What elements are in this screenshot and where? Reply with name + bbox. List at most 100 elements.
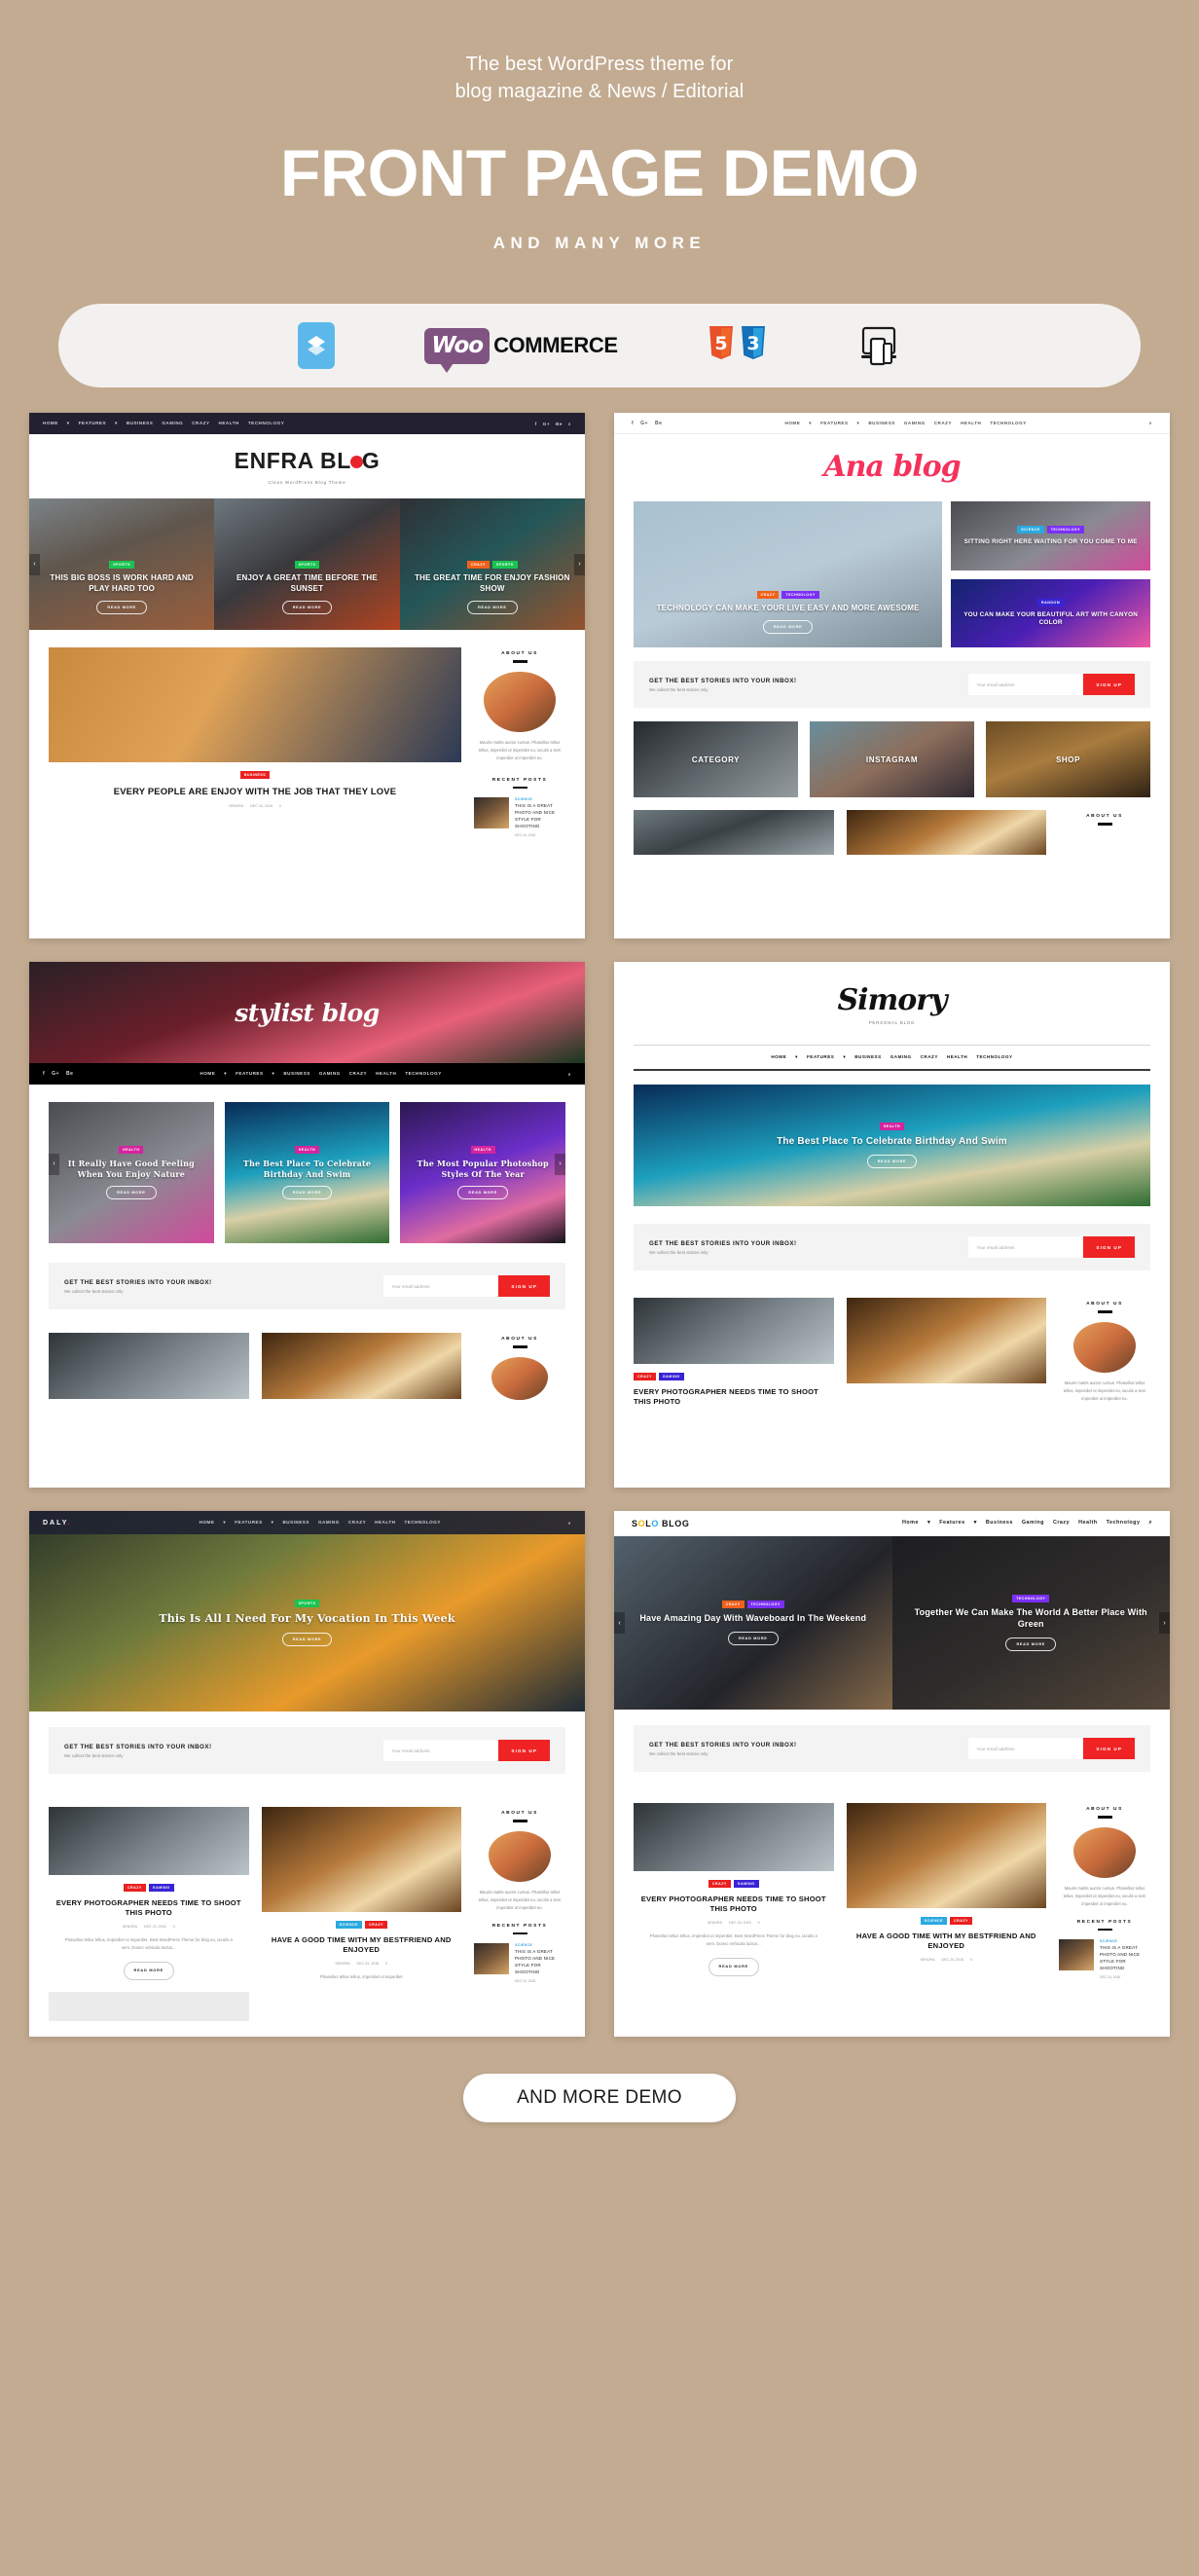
nav-item-home[interactable]: HOME	[43, 421, 58, 426]
tile-category[interactable]: CATEGORY	[634, 721, 798, 798]
search-icon[interactable]: ⌕	[568, 422, 571, 426]
category-badge[interactable]: CRAZY	[365, 1921, 387, 1930]
demo-card-enfra-blog[interactable]: HOME ▾ FEATURES ▾ BUSINESS GAMING CRAZY …	[29, 413, 585, 939]
newsletter-email-input[interactable]: Your email address	[968, 1738, 1084, 1760]
category-badge[interactable]: SPORTS	[294, 561, 320, 570]
category-badge[interactable]: SPORTS	[109, 561, 135, 570]
slider-next-arrow[interactable]: ›	[1159, 1612, 1170, 1635]
demo-card-solo-blog[interactable]: SOLO BLOG Home ▾ Features ▾ Business Gam…	[614, 1511, 1170, 2038]
nav-item-business[interactable]: Business	[986, 1520, 1013, 1527]
category-badge[interactable]: BUSINESS	[239, 771, 271, 780]
solo-topnav[interactable]: SOLO BLOG Home ▾ Features ▾ Business Gam…	[614, 1511, 1170, 1537]
behance-icon[interactable]: Be	[66, 1071, 73, 1077]
category-badge[interactable]: TECHNOLOGY	[781, 590, 819, 599]
solo-slider[interactable]: ‹ › CRAZY TECHNOLOGY Have Amazing Day Wi…	[614, 1536, 1170, 1711]
read-more-button[interactable]: READ MORE	[708, 1957, 759, 1976]
nav-item-home[interactable]: HOME	[200, 1071, 216, 1077]
nav-item-features[interactable]: FEATURES	[820, 421, 848, 426]
post-title[interactable]: EVERY PHOTOGRAPHER NEEDS TIME TO SHOOT T…	[634, 1895, 834, 1915]
category-badge[interactable]: CRAZY	[950, 1917, 972, 1926]
feature-small[interactable]: RANDOM YOU CAN MAKE YOUR BEAUTIFUL ART W…	[951, 578, 1150, 648]
post-title[interactable]: EVERY PHOTOGRAPHER NEEDS TIME TO SHOOT T…	[49, 1898, 249, 1919]
nav-item-gaming[interactable]: GAMING	[319, 1071, 341, 1077]
nav-item-technology[interactable]: Technology	[1107, 1520, 1141, 1527]
slider-prev-arrow[interactable]: ‹	[29, 553, 40, 575]
and-more-demo-button[interactable]: AND MORE DEMO	[463, 2074, 736, 2123]
newsletter-signup-button[interactable]: SIGN UP	[1083, 1738, 1135, 1760]
category-badge[interactable]: HEALTH	[294, 1146, 320, 1155]
category-badge[interactable]: HEALTH	[470, 1146, 495, 1155]
read-more-button[interactable]: READ MORE	[123, 1961, 174, 1980]
post-title[interactable]: HAVE A GOOD TIME WITH MY BESTFRIEND AND …	[847, 1932, 1047, 1952]
nav-item-health[interactable]: HEALTH	[375, 1520, 395, 1526]
nav-item-business[interactable]: BUSINESS	[868, 421, 895, 426]
tile-shop[interactable]: SHOP	[986, 721, 1150, 798]
nav-item-gaming[interactable]: GAMING	[890, 1054, 912, 1060]
slide-item[interactable]: HEALTH The Most Popular Photoshop Styles…	[400, 1102, 566, 1244]
nav-item-business[interactable]: BUSINESS	[283, 1071, 310, 1077]
nav-item-gaming[interactable]: Gaming	[1022, 1520, 1044, 1527]
category-badge[interactable]: TECHNOLOGY	[746, 1601, 784, 1609]
daly-hero-slide[interactable]: SPORTS This Is All I Need For My Vocatio…	[29, 1534, 585, 1711]
category-badge[interactable]: CRAZY	[708, 1880, 731, 1889]
recent-post-title[interactable]: THIS IS A GREAT PHOTO AND NICE STYLE FOR…	[1100, 1945, 1150, 1972]
category-badge[interactable]: GAMING	[148, 1884, 174, 1893]
slider-next-arrow[interactable]: ›	[555, 1153, 565, 1175]
nav-item-technology[interactable]: TECHNOLOGY	[990, 421, 1026, 426]
stylist-topnav[interactable]: f G+ Be HOME ▾ FEATURES ▾ BUSINESS GAMIN…	[29, 1063, 585, 1086]
category-badge[interactable]: SPORTS	[294, 1600, 320, 1608]
slide-item[interactable]: HEALTH The Best Place To Celebrate Birth…	[224, 1102, 390, 1244]
nav-item-health[interactable]: HEALTH	[961, 421, 981, 426]
recent-post-title[interactable]: THIS IS A GREAT PHOTO AND NICE STYLE FOR…	[515, 803, 565, 830]
recent-post-item[interactable]: SCIENCE THIS IS A GREAT PHOTO AND NICE S…	[1059, 1939, 1150, 1979]
category-badge[interactable]: CRAZY	[721, 1601, 745, 1609]
demo-card-daly[interactable]: DALY. HOME ▾ FEATURES ▾ BUSINESS GAMING …	[29, 1511, 585, 2038]
nav-item-gaming[interactable]: GAMING	[904, 421, 926, 426]
post-title[interactable]: HAVE A GOOD TIME WITH MY BESTFRIEND AND …	[262, 1935, 462, 1956]
googleplus-icon[interactable]: G+	[543, 422, 550, 426]
read-more-button[interactable]: READ MORE	[96, 601, 147, 615]
search-icon[interactable]: ⌕	[568, 1521, 571, 1526]
category-badge[interactable]: TECHNOLOGY	[1012, 1595, 1050, 1603]
slider-next-arrow[interactable]: ›	[573, 553, 585, 575]
category-badge[interactable]: CRAZY	[756, 590, 780, 599]
slider-prev-arrow[interactable]: ‹	[49, 1153, 59, 1175]
category-badge[interactable]: SCIENCE	[335, 1921, 363, 1930]
nav-item-features[interactable]: FEATURES	[235, 1520, 262, 1526]
category-badge[interactable]: HEALTH	[119, 1146, 144, 1155]
recent-post-item[interactable]: SCIENCE THIS IS A GREAT PHOTO AND NICE S…	[474, 1943, 565, 1983]
category-badge[interactable]: GAMING	[733, 1880, 759, 1889]
nav-item-home[interactable]: HOME	[785, 421, 801, 426]
nav-item-features[interactable]: FEATURES	[79, 421, 106, 426]
newsletter-signup-button[interactable]: SIGN UP	[1083, 674, 1135, 696]
nav-item-technology[interactable]: TECHNOLOGY	[405, 1071, 441, 1077]
nav-item-features[interactable]: FEATURES	[236, 1071, 263, 1077]
behance-icon[interactable]: Be	[655, 421, 662, 426]
slide-item[interactable]: SPORTS ENJOY A GREAT TIME BEFORE THE SUN…	[214, 498, 400, 631]
facebook-icon[interactable]: f	[43, 1071, 45, 1077]
category-badge[interactable]: SCIENCE	[920, 1917, 948, 1926]
newsletter-email-input[interactable]: Your email address	[383, 1740, 499, 1762]
recent-post-category[interactable]: SCIENCE	[1100, 1939, 1150, 1943]
nav-item-technology[interactable]: TECHNOLOGY	[976, 1054, 1012, 1060]
newsletter-email-input[interactable]: Your email address	[968, 674, 1084, 696]
nav-item-home[interactable]: HOME	[200, 1520, 215, 1526]
slide-item[interactable]: TECHNOLOGY Together We Can Make The Worl…	[891, 1536, 1170, 1711]
nav-item-business[interactable]: BUSINESS	[854, 1054, 882, 1060]
demo-card-stylist-blog[interactable]: stylist blog f G+ Be HOME ▾ FEATURES ▾ B…	[29, 962, 585, 1489]
googleplus-icon[interactable]: G+	[640, 421, 648, 426]
newsletter-signup-button[interactable]: SIGN UP	[1083, 1236, 1135, 1259]
nav-item-gaming[interactable]: GAMING	[318, 1520, 340, 1526]
search-icon[interactable]: ⌕	[1149, 421, 1152, 425]
stylist-slider[interactable]: ‹ › HEALTH It Really Have Good Feeling W…	[29, 1085, 585, 1244]
nav-item-health[interactable]: HEALTH	[376, 1071, 396, 1077]
nav-item-features[interactable]: Features	[939, 1520, 964, 1527]
recent-post-item[interactable]: SCIENCE THIS IS A GREAT PHOTO AND NICE S…	[474, 797, 565, 837]
nav-item-home[interactable]: HOME	[771, 1054, 786, 1060]
newsletter-signup-button[interactable]: SIGN UP	[498, 1275, 550, 1298]
read-more-button[interactable]: READ MORE	[727, 1632, 779, 1646]
read-more-button[interactable]: READ MORE	[281, 601, 333, 615]
category-badge[interactable]: CRAZY	[466, 561, 490, 570]
facebook-icon[interactable]: f	[632, 421, 634, 426]
nav-item-crazy[interactable]: Crazy	[1053, 1520, 1070, 1527]
